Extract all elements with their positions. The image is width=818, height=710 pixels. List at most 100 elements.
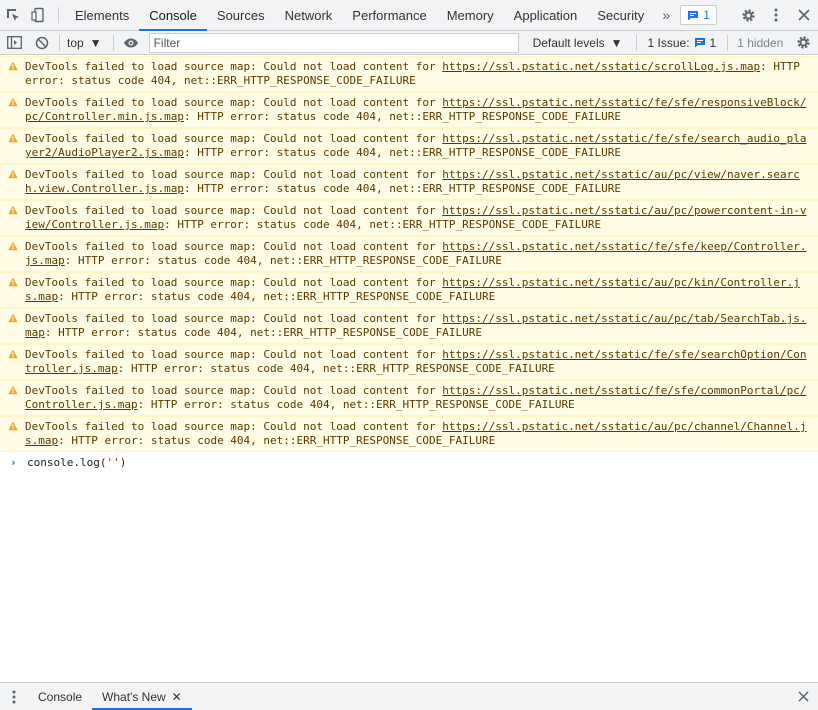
source-map-link[interactable]: https://ssl.pstatic.net/sstatic/scrollLo… — [442, 60, 760, 73]
tab-network[interactable]: Network — [275, 0, 343, 30]
message-prefix: DevTools failed to load source map: Coul… — [25, 168, 443, 181]
drawer-tab-label: What's New — [102, 689, 166, 704]
message-prefix: DevTools failed to load source map: Coul… — [25, 276, 443, 289]
console-warning-message: DevTools failed to load source map: Coul… — [0, 164, 818, 200]
message-suffix: : HTTP error: status code 404, net::ERR_… — [137, 398, 575, 411]
message-suffix: : HTTP error: status code 404, net::ERR_… — [58, 290, 496, 303]
issues-count: 1 — [709, 35, 717, 50]
drawer-tabbar: Console What's New ✕ — [0, 682, 818, 710]
console-warning-message: DevTools failed to load source map: Coul… — [0, 344, 818, 380]
tabbar-divider — [58, 7, 59, 23]
close-tab-icon[interactable]: ✕ — [172, 690, 182, 704]
message-suffix: : HTTP error: status code 404, net::ERR_… — [183, 146, 622, 159]
message-prefix: DevTools failed to load source map: Coul… — [25, 240, 443, 253]
warning-icon — [8, 421, 18, 431]
more-tabs-icon[interactable]: » — [654, 0, 678, 30]
toolbar-divider — [727, 34, 729, 51]
message-suffix: : HTTP error: status code 404, net::ERR_… — [183, 110, 622, 123]
panel-tabs: Elements Console Sources Network Performance… — [65, 0, 654, 31]
message-prefix: DevTools failed to load source map: Coul… — [25, 312, 443, 325]
console-warning-message: DevTools failed to load source map: Coul… — [0, 200, 818, 236]
close-devtools-icon[interactable] — [790, 0, 818, 31]
close-drawer-icon[interactable] — [788, 683, 818, 710]
drawer-tab-label: Console — [38, 689, 83, 704]
tab-elements[interactable]: Elements — [65, 0, 139, 30]
message-prefix: DevTools failed to load source map: Coul… — [25, 60, 443, 73]
prompt-code-after: ) — [119, 456, 127, 469]
console-toolbar: top ▼ Default levels ▼ 1 Issue: 1 1 hidd… — [0, 31, 818, 55]
prompt-code-string: '' — [106, 456, 120, 469]
prompt-code-before: console.log( — [27, 456, 107, 469]
toolbar-divider — [635, 34, 637, 51]
drawer-tab-console[interactable]: Console — [28, 683, 92, 710]
log-levels-dropdown[interactable]: Default levels ▼ — [523, 36, 633, 50]
warning-icon — [8, 97, 18, 107]
more-options-icon[interactable] — [762, 0, 790, 31]
console-messages: DevTools failed to load source map: Coul… — [0, 56, 818, 452]
dropdown-arrow-icon: ▼ — [610, 35, 623, 50]
console-warning-message: DevTools failed to load source map: Coul… — [0, 56, 818, 92]
messages-badge[interactable]: 1 — [680, 5, 717, 25]
message-suffix: : HTTP error: status code 404, net::ERR_… — [58, 434, 496, 447]
tab-security[interactable]: Security — [587, 0, 654, 30]
filter-input[interactable] — [148, 32, 519, 53]
tab-application[interactable]: Application — [504, 0, 588, 30]
drawer-menu-icon[interactable] — [0, 683, 28, 710]
settings-gear-icon[interactable] — [734, 0, 762, 31]
warning-icon — [8, 241, 18, 251]
issue-message-icon — [694, 38, 705, 48]
warning-icon — [8, 385, 18, 395]
message-prefix: DevTools failed to load source map: Coul… — [25, 204, 443, 217]
issues-button[interactable]: 1 Issue: 1 — [640, 36, 725, 50]
warning-icon — [8, 205, 18, 215]
warning-icon — [8, 277, 18, 287]
clear-console-icon[interactable] — [28, 31, 56, 55]
tab-memory[interactable]: Memory — [437, 0, 504, 30]
message-prefix: DevTools failed to load source map: Coul… — [25, 384, 443, 397]
console-warning-message: DevTools failed to load source map: Coul… — [0, 128, 818, 164]
message-prefix: DevTools failed to load source map: Coul… — [25, 132, 443, 145]
drawer-tabs: Console What's New ✕ — [28, 683, 192, 710]
context-value: top — [67, 35, 84, 50]
console-warning-message: DevTools failed to load source map: Coul… — [0, 380, 818, 416]
sidebar-toggle-icon[interactable] — [0, 31, 28, 55]
console-output: DevTools failed to load source map: Coul… — [0, 56, 818, 680]
message-suffix: : HTTP error: status code 404, net::ERR_… — [64, 254, 502, 267]
messages-count: 1 — [703, 8, 710, 22]
console-warning-message: DevTools failed to load source map: Coul… — [0, 272, 818, 308]
context-selector[interactable]: top ▼ — [63, 36, 110, 50]
message-suffix: : HTTP error: status code 404, net::ERR_… — [164, 218, 602, 231]
tab-console[interactable]: Console — [139, 0, 207, 31]
log-levels-label: Default levels — [532, 35, 605, 50]
console-prompt[interactable]: › console.log('') — [0, 452, 818, 474]
device-toolbar-icon[interactable] — [26, 0, 52, 30]
warning-icon — [8, 61, 18, 71]
message-icon — [688, 10, 699, 20]
warning-icon — [8, 133, 18, 143]
warning-icon — [8, 349, 18, 359]
inspect-element-icon[interactable] — [0, 0, 26, 30]
tab-sources[interactable]: Sources — [207, 0, 275, 30]
drawer-tab-what-s-new[interactable]: What's New ✕ — [92, 683, 192, 710]
issues-label: 1 Issue: — [647, 35, 690, 50]
toolbar-divider — [112, 34, 114, 51]
console-settings-gear-icon[interactable] — [789, 31, 817, 55]
message-prefix: DevTools failed to load source map: Coul… — [25, 96, 443, 109]
console-warning-message: DevTools failed to load source map: Coul… — [0, 308, 818, 344]
message-suffix: : HTTP error: status code 404, net::ERR_… — [44, 326, 482, 339]
hidden-messages-count: 1 hidden — [737, 35, 784, 50]
console-warning-message: DevTools failed to load source map: Coul… — [0, 92, 818, 128]
warning-icon — [8, 313, 18, 323]
dropdown-arrow-icon: ▼ — [89, 35, 102, 50]
prompt-chevron-icon: › — [10, 456, 17, 469]
message-prefix: DevTools failed to load source map: Coul… — [25, 420, 443, 433]
warning-icon — [8, 169, 18, 179]
tab-performance[interactable]: Performance — [342, 0, 436, 30]
console-warning-message: DevTools failed to load source map: Coul… — [0, 236, 818, 272]
console-warning-message: DevTools failed to load source map: Coul… — [0, 416, 818, 452]
message-prefix: DevTools failed to load source map: Coul… — [25, 348, 443, 361]
devtools-tabbar: Elements Console Sources Network Performance… — [0, 0, 818, 31]
toolbar-divider — [59, 34, 60, 51]
message-suffix: : HTTP error: status code 404, net::ERR_… — [183, 182, 622, 195]
live-expression-eye-icon[interactable] — [117, 31, 145, 55]
